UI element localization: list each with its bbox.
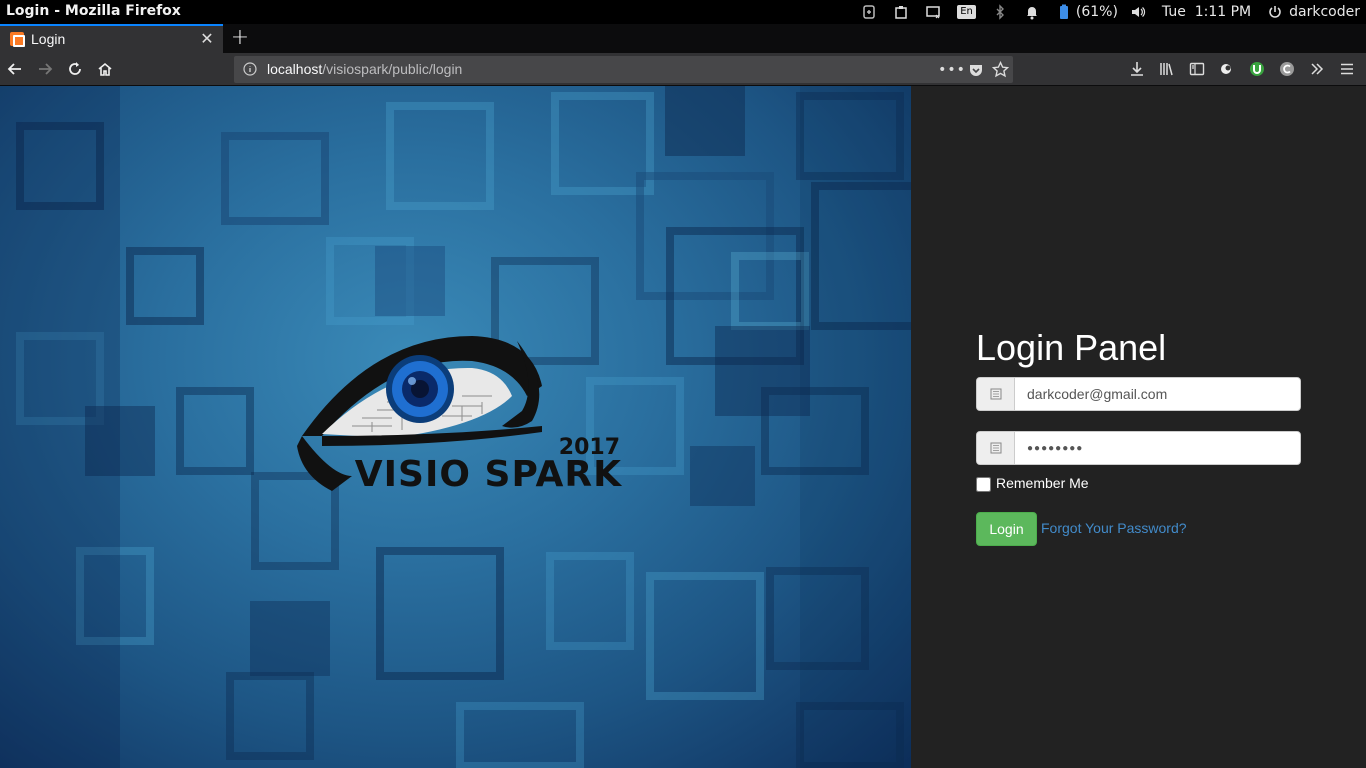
navigation-toolbar: localhost/visiospark/public/login ••• — [0, 53, 1366, 86]
battery-percent: (61%) — [1075, 4, 1118, 20]
volume-icon[interactable] — [1122, 0, 1154, 24]
remember-me-label: Remember Me — [996, 475, 1089, 491]
home-icon — [98, 62, 112, 76]
password-field[interactable] — [1015, 432, 1300, 464]
tab-login[interactable]: Login ✕ — [0, 24, 223, 53]
clock[interactable]: Tue 1:11 PM — [1154, 0, 1259, 24]
system-tray: En (61%) Tue 1:11 PM darkcoder — [853, 0, 1360, 24]
clipboard-icon[interactable] — [885, 0, 917, 24]
address-bar[interactable]: localhost/visiospark/public/login ••• — [234, 56, 1013, 83]
back-button[interactable] — [3, 57, 27, 81]
window-title: Login - Mozilla Firefox — [6, 3, 181, 19]
back-arrow-icon — [7, 63, 21, 75]
url-path: /visiospark/public/login — [322, 61, 463, 77]
chevron-double-right-icon — [1311, 63, 1324, 75]
sidebar-icon — [1189, 62, 1205, 76]
forward-arrow-icon — [39, 63, 53, 75]
user-name: darkcoder — [1289, 4, 1360, 20]
battery-indicator[interactable]: (61%) — [1048, 0, 1122, 24]
xampp-favicon-icon — [10, 32, 24, 46]
email-addon — [977, 378, 1015, 410]
overflow-menu-button[interactable] — [1302, 57, 1332, 81]
password-input-group — [976, 431, 1301, 465]
tab-title: Login — [31, 31, 66, 47]
screen-cast-icon[interactable] — [917, 0, 949, 24]
sidebar-button[interactable] — [1182, 57, 1212, 81]
close-tab-icon[interactable]: ✕ — [198, 29, 216, 49]
library-button[interactable] — [1152, 57, 1182, 81]
panel-title: Login Panel — [976, 327, 1167, 368]
email-field[interactable] — [1015, 378, 1300, 410]
ghostery-icon — [1221, 64, 1231, 74]
power-icon — [1269, 6, 1281, 18]
bluetooth-icon[interactable] — [984, 0, 1016, 24]
remember-me-checkbox[interactable] — [976, 477, 991, 492]
reload-button[interactable] — [63, 57, 87, 81]
logo-name: VISIO SPARK — [355, 454, 622, 495]
keyboard-layout-indicator[interactable]: En — [949, 0, 984, 24]
ublock-icon — [1250, 62, 1264, 76]
visio-spark-logo: 2017 VISIO SPARK — [297, 336, 622, 495]
keyboard-layout-label: En — [957, 5, 976, 19]
system-top-bar: Login - Mozilla Firefox En (61%) Tue 1:1… — [0, 0, 1366, 24]
user-field-icon — [990, 388, 1001, 400]
extension-ghost-button[interactable] — [1212, 57, 1242, 81]
hero-background: 2017 VISIO SPARK — [0, 86, 911, 768]
battery-icon — [1059, 4, 1068, 19]
password-addon — [977, 432, 1015, 464]
forgot-password-link[interactable]: Forgot Your Password? — [1041, 520, 1187, 536]
library-icon — [1160, 63, 1173, 76]
home-button[interactable] — [93, 57, 117, 81]
reload-icon — [69, 62, 81, 75]
hamburger-menu-button[interactable] — [1332, 57, 1362, 81]
c-extension-icon — [1280, 62, 1294, 76]
login-button[interactable]: Login — [976, 512, 1037, 546]
url-text[interactable]: localhost/visiospark/public/login — [267, 61, 462, 77]
login-panel: Login Panel Remember Me Login Forgot You… — [911, 86, 1366, 768]
download-icon — [1131, 62, 1143, 76]
lock-field-icon — [990, 442, 1001, 454]
email-input-group — [976, 377, 1301, 411]
downloads-button[interactable] — [1122, 57, 1152, 81]
hamburger-icon — [1341, 63, 1353, 75]
remember-me[interactable]: Remember Me — [976, 474, 1089, 492]
page-actions-icon[interactable]: ••• — [938, 61, 965, 79]
pocket-icon[interactable] — [967, 61, 985, 79]
extension-c-button[interactable] — [1272, 57, 1302, 81]
cloud-sync-icon[interactable] — [853, 0, 885, 24]
new-tab-button[interactable]: + — [230, 25, 250, 51]
page-content: 2017 VISIO SPARK Login Panel Remember Me… — [0, 86, 1366, 768]
url-host: localhost — [267, 61, 323, 77]
bookmark-star-icon[interactable] — [991, 61, 1009, 79]
forward-button[interactable] — [33, 57, 57, 81]
site-info-icon[interactable] — [242, 61, 258, 77]
extension-ublock-button[interactable] — [1242, 57, 1272, 81]
tab-strip: Login ✕ + — [0, 24, 1366, 53]
notification-bell-icon[interactable] — [1016, 0, 1048, 24]
session-menu[interactable]: darkcoder — [1259, 0, 1360, 24]
